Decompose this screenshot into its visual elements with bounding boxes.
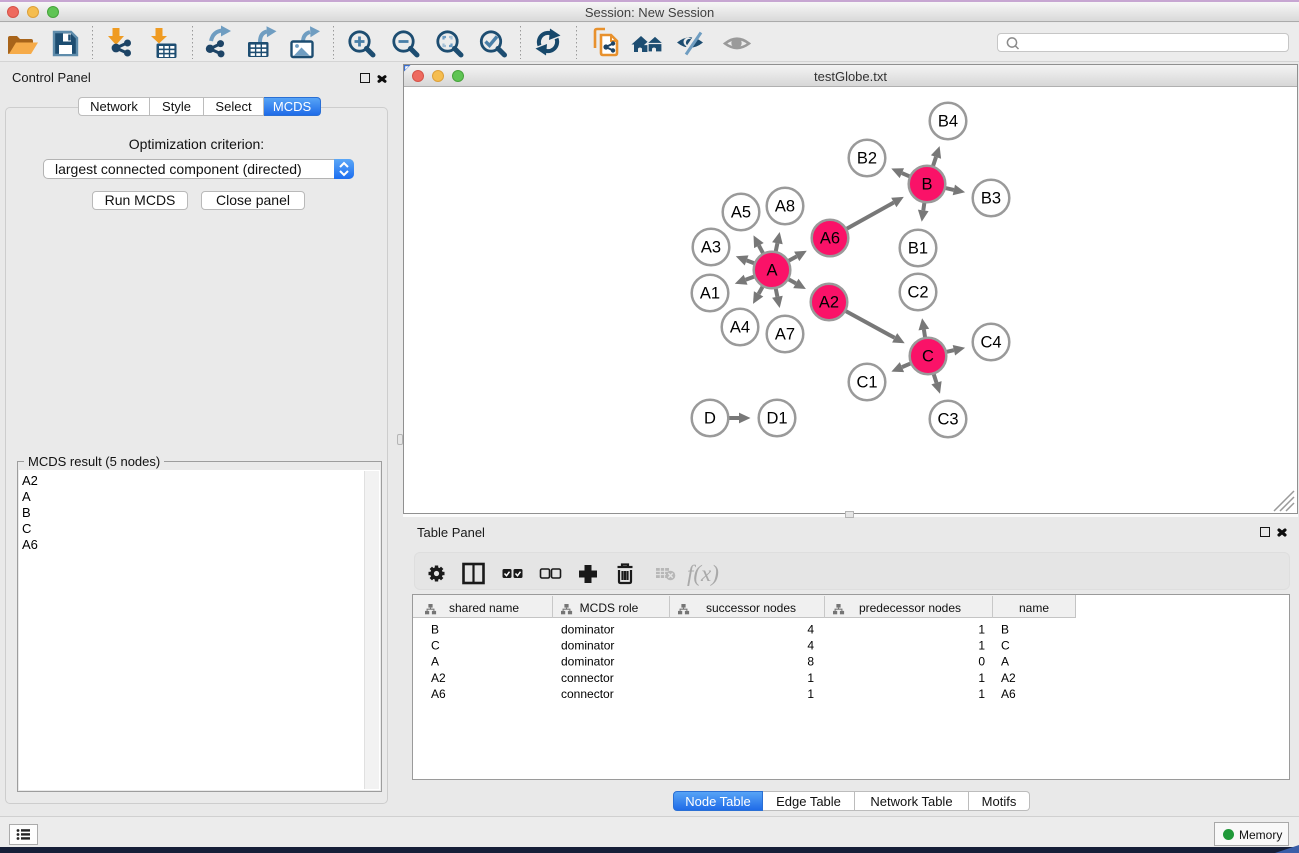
svg-text:C3: C3 [937,411,958,429]
svg-text:B4: B4 [938,113,958,131]
svg-text:dominator: dominator [561,623,614,637]
svg-text:predecessor nodes: predecessor nodes [859,601,961,615]
svg-text:A2: A2 [1001,671,1016,685]
svg-text:4: 4 [807,639,814,653]
svg-text:A: A [766,262,777,280]
svg-text:MCDS role: MCDS role [580,601,639,615]
svg-text:D1: D1 [766,410,787,428]
svg-text:C1: C1 [856,374,877,392]
svg-text:D: D [704,410,716,428]
svg-text:A5: A5 [731,204,751,222]
svg-text:B2: B2 [857,150,877,168]
svg-text:C: C [431,639,440,653]
svg-text:f(x): f(x) [687,561,719,586]
svg-text:1: 1 [807,687,814,701]
svg-text:1: 1 [978,639,985,653]
svg-text:C2: C2 [907,284,928,302]
svg-text:1: 1 [978,671,985,685]
svg-text:B3: B3 [981,190,1001,208]
svg-text:successor nodes: successor nodes [706,601,796,615]
svg-text:B1: B1 [908,240,928,258]
svg-text:A6: A6 [820,230,840,248]
svg-text:B: B [921,176,932,194]
svg-text:connector: connector [561,671,614,685]
svg-text:A4: A4 [730,319,750,337]
svg-text:A8: A8 [775,198,795,216]
svg-text:1: 1 [978,623,985,637]
svg-text:A6: A6 [431,687,446,701]
svg-text:C4: C4 [980,334,1001,352]
svg-text:B: B [431,623,439,637]
svg-text:8: 8 [807,655,814,669]
svg-text:A: A [1001,655,1009,669]
svg-text:A7: A7 [775,326,795,344]
svg-text:0: 0 [978,655,985,669]
svg-text:A3: A3 [701,239,721,257]
svg-text:shared name: shared name [449,601,519,615]
svg-text:dominator: dominator [561,655,614,669]
svg-text:C: C [922,348,934,366]
svg-text:A: A [431,655,439,669]
svg-text:A6: A6 [1001,687,1016,701]
svg-text:connector: connector [561,687,614,701]
svg-text:1: 1 [978,687,985,701]
svg-text:1: 1 [807,671,814,685]
svg-text:name: name [1019,601,1049,615]
svg-text:dominator: dominator [561,639,614,653]
svg-text:A1: A1 [700,285,720,303]
svg-text:A2: A2 [819,294,839,312]
svg-text:4: 4 [807,623,814,637]
svg-text:A2: A2 [431,671,446,685]
svg-text:C: C [1001,639,1010,653]
svg-text:B: B [1001,623,1009,637]
